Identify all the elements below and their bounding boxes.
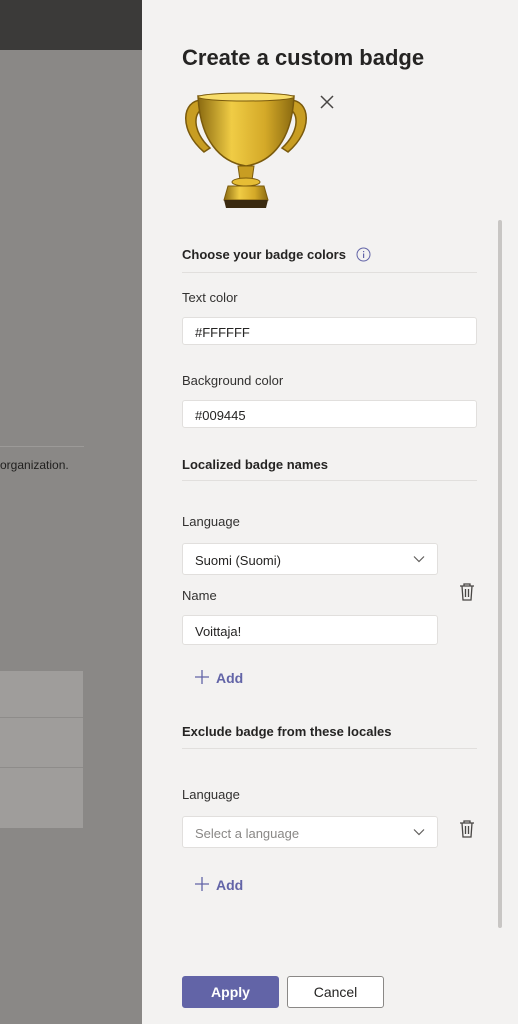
close-icon[interactable] [318,93,336,111]
exclude-locales-heading: Exclude badge from these locales [182,724,392,739]
name-label: Name [182,588,217,603]
language-select[interactable]: Suomi (Suomi) [182,543,438,575]
cancel-button[interactable]: Cancel [287,976,384,1008]
text-color-input[interactable]: #FFFFFF [182,317,477,345]
localized-names-heading: Localized badge names [182,457,328,472]
text-color-label: Text color [182,290,238,305]
section-divider [182,272,477,273]
chevron-down-icon [413,556,425,563]
language-select-value: Suomi (Suomi) [195,553,281,568]
trash-icon[interactable] [458,819,476,839]
background-top-bar [0,0,142,50]
background-overlay: organization. [0,0,142,1024]
background-color-label: Background color [182,373,284,388]
badge-colors-heading-text: Choose your badge colors [182,247,346,262]
background-card [0,671,83,828]
trophy-image [185,92,307,208]
section-divider [182,748,477,749]
panel-scrollbar[interactable] [498,220,502,928]
section-divider [182,480,477,481]
panel-title: Create a custom badge [182,45,425,70]
background-card-row [0,717,83,718]
background-text: organization. [0,458,69,472]
exclude-language-label: Language [182,787,240,802]
background-color-input[interactable]: #009445 [182,400,477,428]
plus-icon [195,670,209,684]
language-label: Language [182,514,240,529]
background-card-row [0,767,83,768]
exclude-language-placeholder: Select a language [195,826,300,841]
background-divider [0,446,84,447]
apply-button[interactable]: Apply [182,976,279,1008]
create-badge-panel: Create a custom badge Choose your badge … [142,0,518,1024]
trash-icon[interactable] [458,582,476,602]
chevron-down-icon [413,829,425,836]
add-label: Add [216,670,244,686]
info-icon[interactable] [356,247,371,262]
add-excluded-locale-button[interactable]: Add [194,876,243,893]
exclude-language-select[interactable]: Select a language [182,816,438,848]
add-localized-name-button[interactable]: Add [194,669,243,686]
badge-colors-heading: Choose your badge colors [182,247,371,262]
plus-icon [195,877,209,891]
add-label: Add [216,877,244,893]
name-input[interactable]: Voittaja! [182,615,438,645]
